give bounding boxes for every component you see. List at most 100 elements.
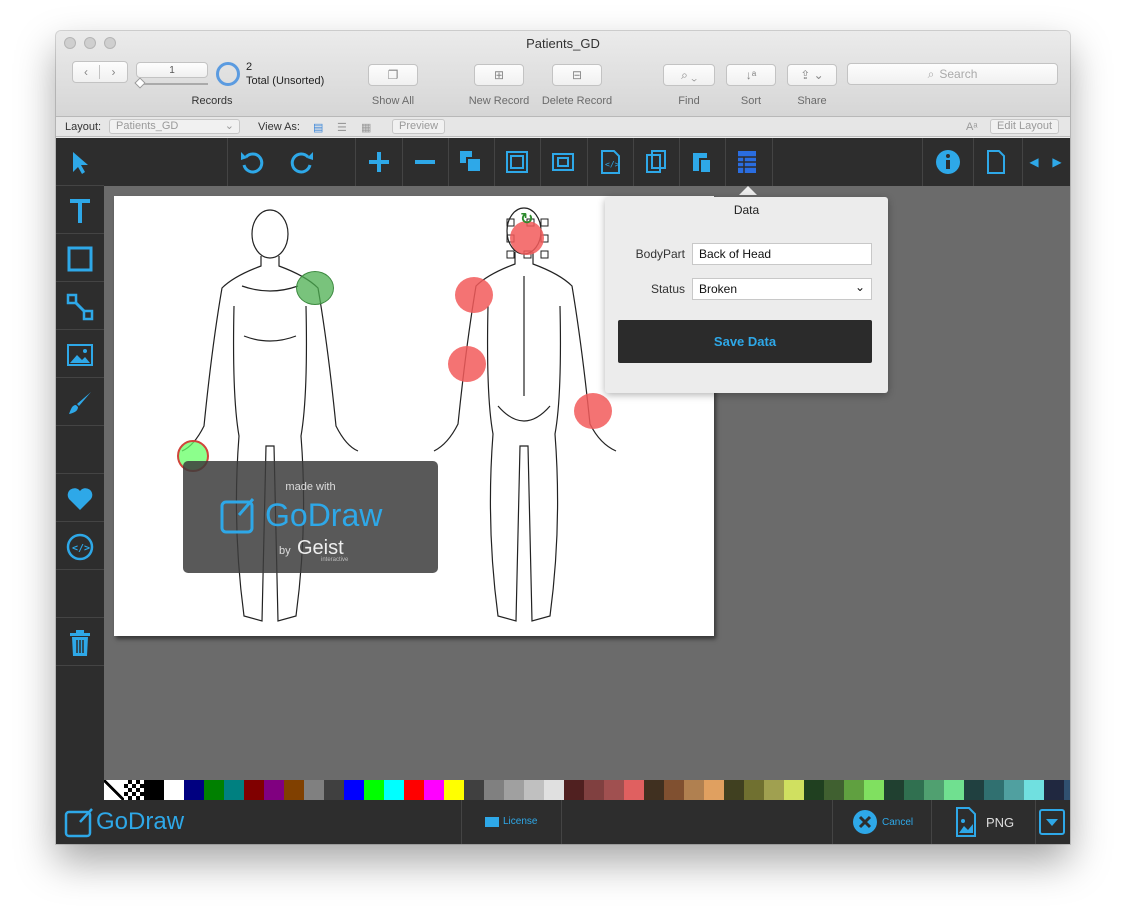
new-document-icon[interactable] [981,147,1011,177]
layout-select[interactable]: Patients_GD ⌄ [109,119,240,134]
color-swatch[interactable] [244,780,264,800]
bodypart-input[interactable]: Back of Head [692,243,872,265]
marker-green-shoulder[interactable] [296,271,334,305]
scroll-right-icon[interactable]: ▶ [1047,147,1067,177]
color-swatch[interactable] [464,780,484,800]
color-swatch[interactable] [1044,780,1064,800]
undo-icon[interactable] [237,147,267,177]
export-png-button[interactable]: PNG [954,806,1014,838]
color-swatch[interactable] [364,780,384,800]
record-slider[interactable] [134,77,208,89]
search-field[interactable]: ⌕ Search [847,63,1058,85]
color-swatch[interactable] [184,780,204,800]
color-swatch[interactable] [704,780,724,800]
color-swatch[interactable] [484,780,504,800]
edit-layout-button[interactable]: Edit Layout [990,119,1060,134]
share-button[interactable]: ⇪ ⌄ [787,64,837,86]
color-swatch[interactable] [604,780,624,800]
color-swatch[interactable] [1064,780,1070,800]
color-swatch[interactable] [1024,780,1044,800]
color-swatch[interactable] [924,780,944,800]
color-swatch[interactable] [764,780,784,800]
color-swatch[interactable] [984,780,1004,800]
color-swatch[interactable] [644,780,664,800]
color-swatch[interactable] [444,780,464,800]
record-number-field[interactable]: 1 [136,62,208,78]
color-swatch[interactable] [864,780,884,800]
color-swatch[interactable] [204,780,224,800]
delete-tool[interactable] [56,620,104,666]
status-select[interactable]: Broken ⌄ [692,278,872,300]
sort-button[interactable]: ↓ᵃ [726,64,776,86]
delete-record-button[interactable]: ⊟ [552,64,602,86]
color-swatch[interactable] [744,780,764,800]
color-swatch[interactable] [664,780,684,800]
remove-icon[interactable] [410,147,440,177]
image-tool[interactable] [56,332,104,378]
favorites-tool[interactable] [56,476,104,522]
text-tool[interactable] [56,188,104,234]
form-view-icon[interactable]: ▤ [313,121,323,134]
scroll-left-icon[interactable]: ◀ [1024,147,1044,177]
copy-icon[interactable] [641,147,671,177]
font-size-icon[interactable]: Aᵃ [966,121,977,133]
color-swatch[interactable] [144,780,164,800]
color-swatch[interactable] [224,780,244,800]
color-swatch[interactable] [1004,780,1024,800]
list-view-icon[interactable]: ☰ [337,121,347,134]
data-table-icon[interactable] [732,147,762,177]
color-swatch[interactable] [284,780,304,800]
group-icon[interactable] [502,147,532,177]
color-swatch[interactable] [684,780,704,800]
cancel-button[interactable]: Cancel [852,809,913,835]
code-file-icon[interactable]: </> [595,147,625,177]
color-swatch[interactable] [944,780,964,800]
color-swatch[interactable] [324,780,344,800]
chevron-left-icon[interactable]: ‹ [73,65,100,79]
color-swatch[interactable] [124,780,144,800]
slider-thumb[interactable] [134,77,146,89]
brush-tool[interactable] [56,380,104,426]
code-tool[interactable]: </> [56,524,104,570]
color-swatch[interactable] [384,780,404,800]
color-swatch[interactable] [544,780,564,800]
paste-icon[interactable] [687,147,717,177]
color-swatch[interactable] [424,780,444,800]
color-swatch[interactable] [504,780,524,800]
table-view-icon[interactable]: ▦ [361,121,371,134]
bring-front-icon[interactable] [456,147,486,177]
marker-red-shoulder-back[interactable] [455,277,493,313]
color-swatch[interactable] [784,780,804,800]
marker-red-forearm-back[interactable] [574,393,612,429]
rectangle-tool[interactable] [56,236,104,282]
info-icon[interactable] [933,147,963,177]
color-swatch[interactable] [584,780,604,800]
rotate-handle-icon[interactable]: ↻ [520,209,533,228]
no-color-swatch[interactable] [104,780,124,800]
color-swatch[interactable] [724,780,744,800]
dropdown-arrow-icon[interactable] [1039,809,1065,835]
redo-icon[interactable] [287,147,317,177]
save-data-button[interactable]: Save Data [618,320,872,363]
ungroup-icon[interactable] [548,147,578,177]
color-swatch[interactable] [884,780,904,800]
color-swatch[interactable] [564,780,584,800]
color-swatch[interactable] [304,780,324,800]
marker-red-elbow-back[interactable] [448,346,486,382]
color-swatch[interactable] [844,780,864,800]
new-record-button[interactable]: ⊞ [474,64,524,86]
color-swatch[interactable] [524,780,544,800]
color-swatch[interactable] [264,780,284,800]
add-icon[interactable] [364,147,394,177]
chevron-right-icon[interactable]: › [100,65,127,79]
color-swatch[interactable] [344,780,364,800]
color-swatch[interactable] [404,780,424,800]
color-swatch[interactable] [624,780,644,800]
color-swatch[interactable] [164,780,184,800]
license-button[interactable]: License [484,814,537,828]
preview-button[interactable]: Preview [392,119,446,134]
color-swatch[interactable] [964,780,984,800]
color-swatch[interactable] [904,780,924,800]
record-nav-buttons[interactable]: ‹ › [72,61,128,83]
show-all-button[interactable]: ❐ [368,64,418,86]
